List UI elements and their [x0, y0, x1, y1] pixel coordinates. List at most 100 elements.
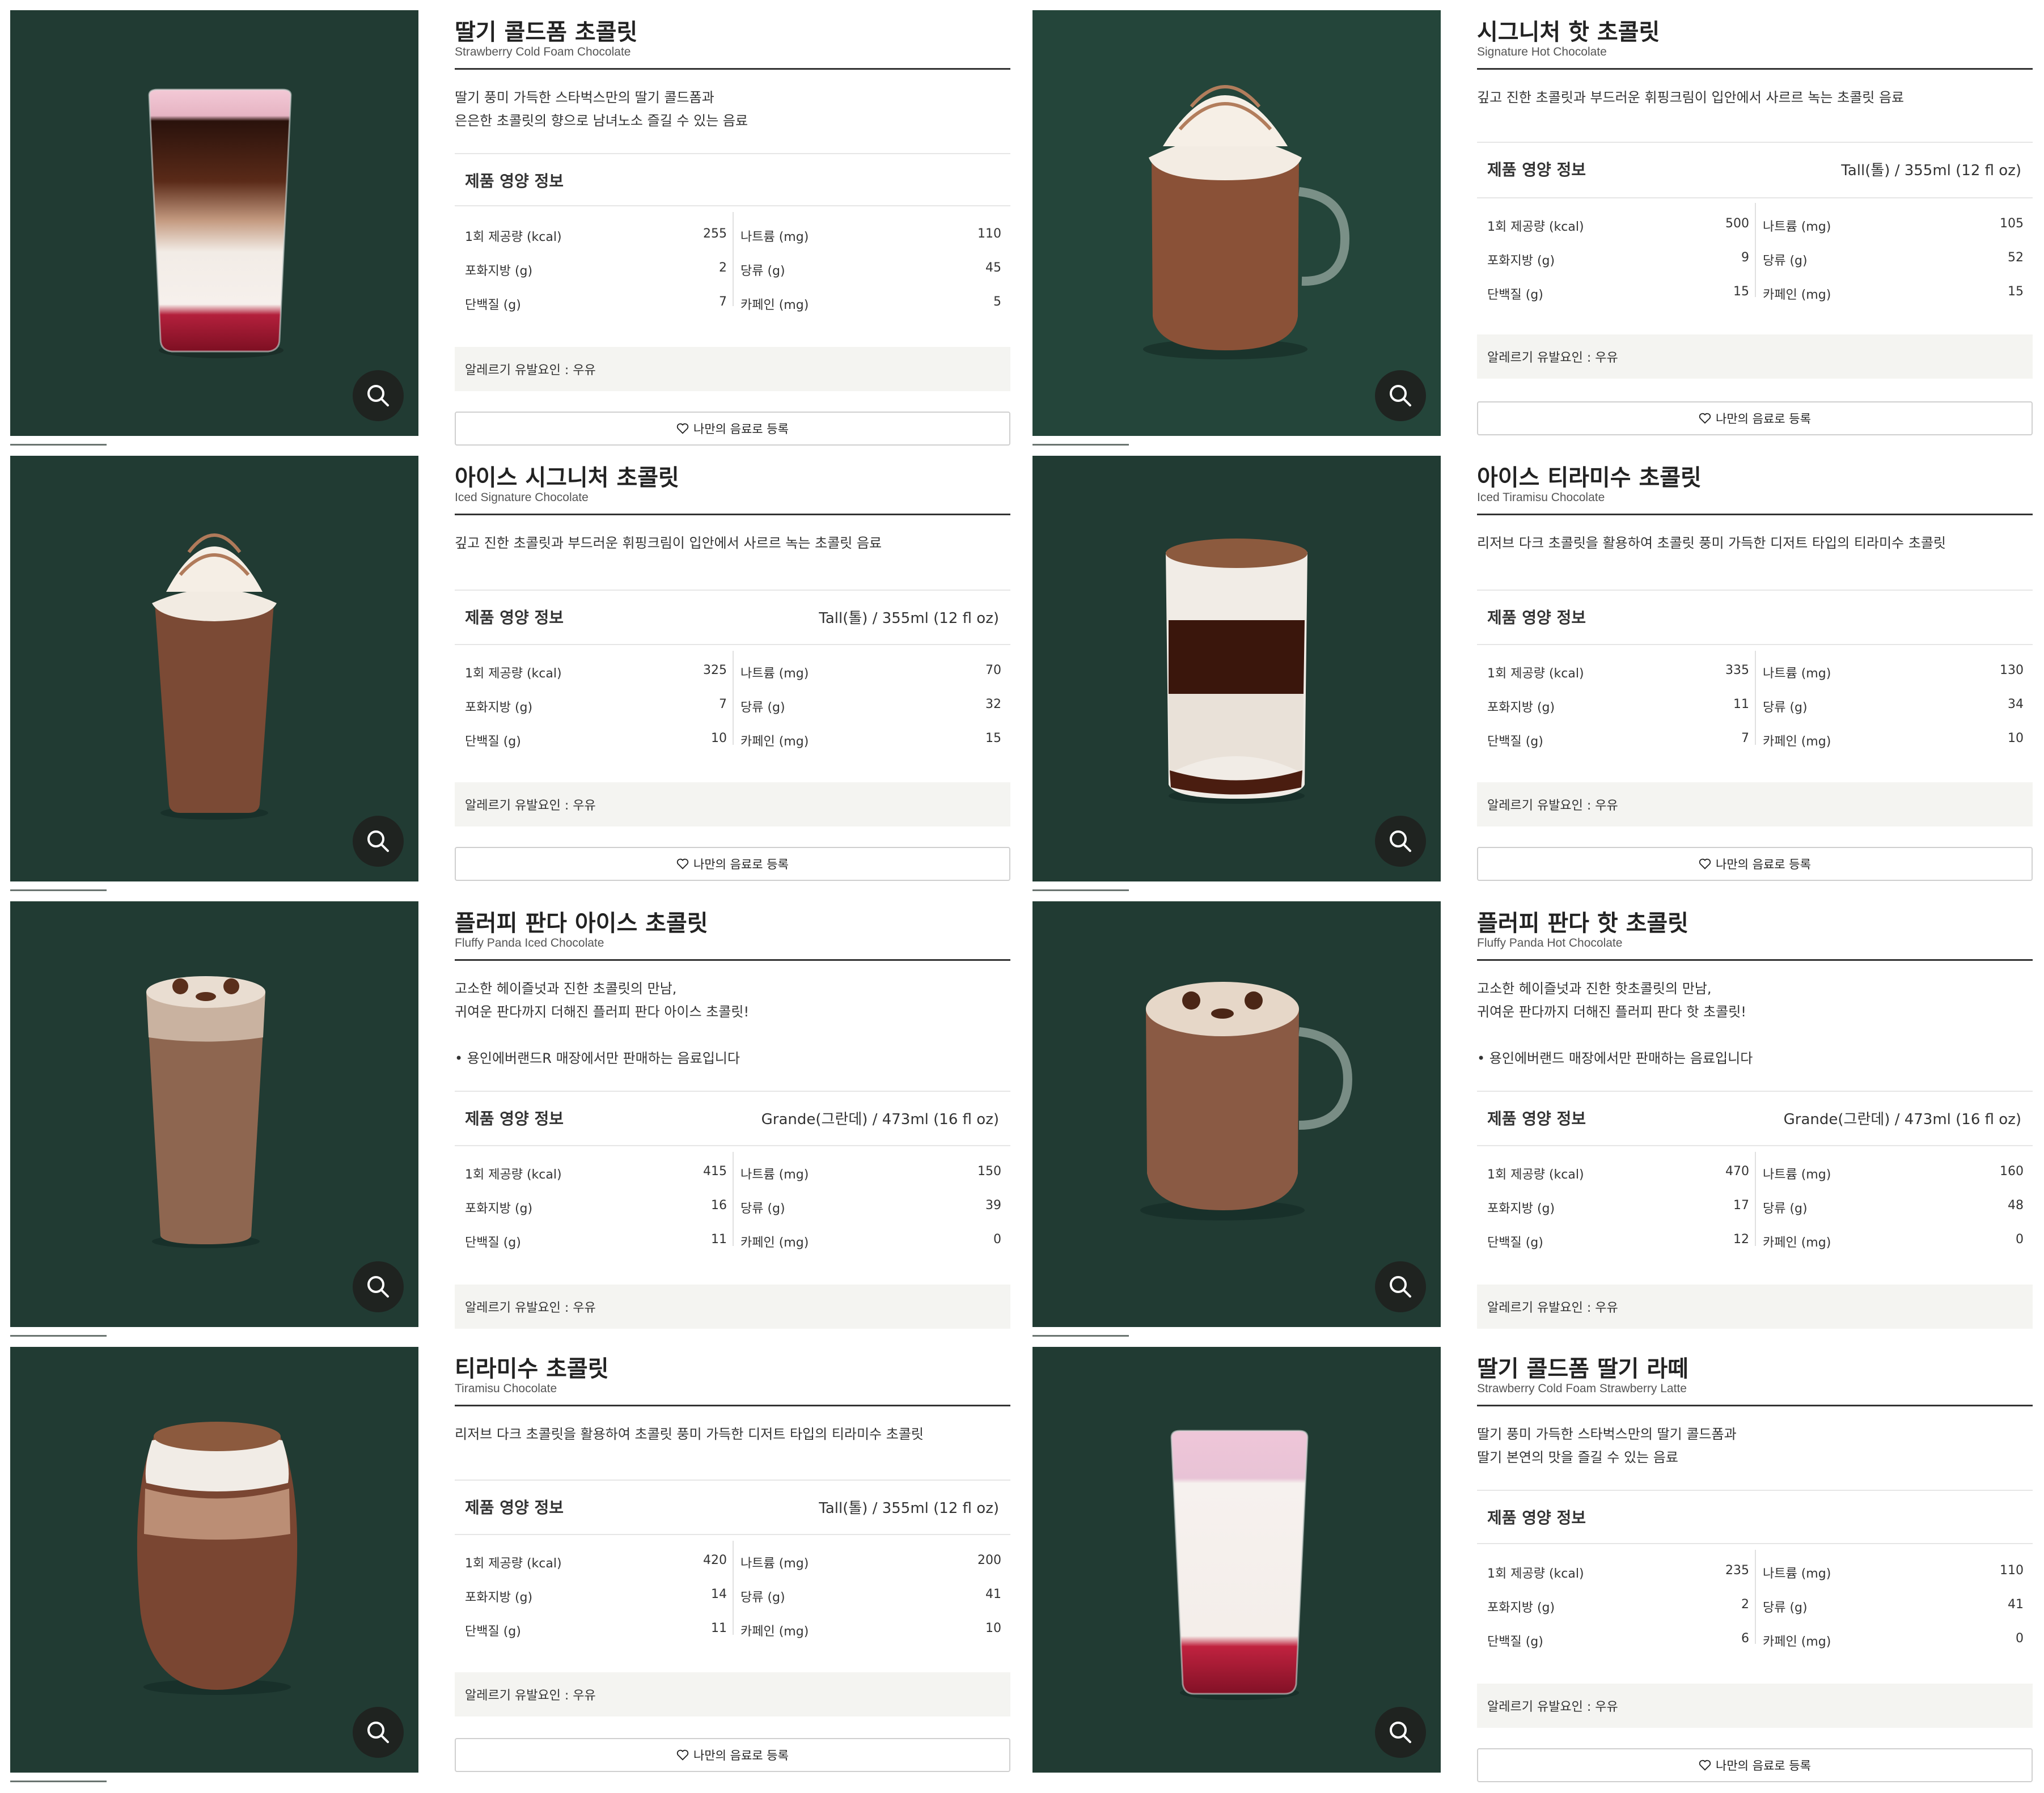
- sat-fat-value: 11: [1733, 697, 1749, 711]
- divider: [455, 1480, 1010, 1481]
- product-name: 플러피 판다 아이스 초콜릿: [455, 910, 708, 936]
- caffeine-label: 카페인 (mg): [740, 1625, 809, 1639]
- drink-illustration: [152, 533, 277, 820]
- sugar-label: 당류 (g): [740, 1202, 785, 1216]
- caffeine-value: 0: [2016, 1232, 2024, 1247]
- register-my-drink-button[interactable]: 나만의 음료로 등록: [1477, 847, 2033, 881]
- heart-icon: [1699, 1760, 1711, 1771]
- product-image[interactable]: [10, 901, 418, 1327]
- protein-value: 7: [1741, 731, 1749, 745]
- caffeine-value: 10: [985, 1621, 1001, 1635]
- drink-illustration: [1140, 982, 1352, 1220]
- product-description: 고소한 헤이즐넛과 진한 핫초콜릿의 만남, 귀여운 판다까지 더해진 플러피 …: [1477, 981, 1753, 1066]
- sat-fat-label: 포화지방 (g): [465, 1202, 533, 1216]
- caffeine-label: 카페인 (mg): [740, 1236, 809, 1250]
- sat-fat-value: 16: [711, 1198, 727, 1213]
- sugar-value: 41: [985, 1587, 1001, 1601]
- serving-size: Tall(톨) / 355ml (12 fl oz): [1841, 162, 2021, 179]
- drink-illustration: [1166, 539, 1307, 804]
- product-name: 플러피 판다 핫 초콜릿: [1477, 910, 1688, 936]
- divider: [1477, 142, 2033, 143]
- divider: [455, 1534, 1010, 1535]
- product-name: 시그니처 핫 초콜릿: [1477, 19, 1660, 45]
- zoom-button[interactable]: [1375, 1707, 1426, 1758]
- nutrition-title: 제품 영양 정보: [1487, 1109, 1586, 1128]
- register-my-drink-button[interactable]: 나만의 음료로 등록: [1477, 401, 2033, 435]
- register-label: 나만의 음료로 등록: [1716, 1759, 1811, 1773]
- register-label: 나만의 음료로 등록: [693, 858, 789, 871]
- nutrition-row: 단백질 (g) 11 카페인 (mg) 0: [455, 1232, 1010, 1255]
- register-my-drink-button[interactable]: 나만의 음료로 등록: [455, 847, 1010, 881]
- heart-icon: [676, 858, 689, 870]
- product-image[interactable]: [1032, 1347, 1441, 1773]
- caffeine-label: 카페인 (mg): [1763, 288, 1831, 302]
- product-image[interactable]: [1032, 901, 1441, 1327]
- product-info: 티라미수 초콜릿 Tiramisu Chocolate 리저브 다크 초콜릿을 …: [455, 1347, 1010, 1793]
- product-name: 아이스 시그니처 초콜릿: [455, 465, 679, 491]
- allergy-info: 알레르기 유발요인 : 우유: [1477, 334, 2033, 379]
- divider: [455, 1405, 1010, 1406]
- caffeine-label: 카페인 (mg): [1763, 1635, 1831, 1649]
- image-divider: [10, 1335, 107, 1337]
- nutrition-row: 포화지방 (g) 2 당류 (g) 45: [455, 261, 1010, 283]
- divider: [455, 644, 1010, 645]
- allergy-info: 알레르기 유발요인 : 우유: [455, 1285, 1010, 1329]
- zoom-button[interactable]: [1375, 1261, 1426, 1312]
- sugar-value: 32: [985, 697, 1001, 711]
- product-description: 리저브 다크 초콜릿을 활용하여 초콜릿 풍미 가득한 디저트 타입의 티라미수…: [1477, 535, 1946, 551]
- protein-label: 단백질 (g): [1487, 288, 1543, 302]
- image-divider: [1032, 889, 1129, 891]
- image-divider: [1032, 1335, 1129, 1337]
- allergy-info: 알레르기 유발요인 : 우유: [455, 347, 1010, 391]
- allergy-info: 알레르기 유발요인 : 우유: [1477, 782, 2033, 826]
- nutrition-title: 제품 영양 정보: [465, 1498, 564, 1517]
- sat-fat-value: 2: [719, 261, 727, 275]
- drink-illustration: [137, 1422, 298, 1695]
- kcal-value: 235: [1725, 1563, 1749, 1578]
- search-icon: [1390, 1276, 1411, 1298]
- product-image[interactable]: [1032, 456, 1441, 881]
- zoom-button[interactable]: [353, 370, 404, 421]
- zoom-button[interactable]: [353, 816, 404, 867]
- caffeine-value: 0: [2016, 1631, 2024, 1646]
- product-info: 딸기 콜드폼 초콜릿 Strawberry Cold Foam Chocolat…: [455, 10, 1010, 456]
- register-my-drink-button[interactable]: 나만의 음료로 등록: [1477, 1748, 2033, 1782]
- nutrition-title: 제품 영양 정보: [1487, 1508, 1586, 1527]
- kcal-label: 1회 제공량 (kcal): [465, 230, 562, 244]
- caffeine-label: 카페인 (mg): [1763, 735, 1831, 749]
- product-image[interactable]: [10, 456, 418, 881]
- sat-fat-label: 포화지방 (g): [465, 701, 533, 715]
- register-my-drink-button[interactable]: 나만의 음료로 등록: [455, 412, 1010, 446]
- protein-label: 단백질 (g): [465, 735, 521, 749]
- product-image[interactable]: [10, 10, 418, 436]
- sodium-label: 나트륨 (mg): [1763, 220, 1831, 234]
- nutrition-row: 1회 제공량 (kcal) 415 나트륨 (mg) 150: [455, 1164, 1010, 1187]
- product-description: 리저브 다크 초콜릿을 활용하여 초콜릿 풍미 가득한 디저트 타입의 티라미수…: [455, 1426, 924, 1442]
- kcal-label: 1회 제공량 (kcal): [1487, 1567, 1584, 1581]
- sodium-label: 나트륨 (mg): [740, 1168, 809, 1182]
- register-my-drink-button[interactable]: 나만의 음료로 등록: [455, 1738, 1010, 1772]
- product-card: 아이스 시그니처 초콜릿 Iced Signature Chocolate 깊고…: [10, 456, 1022, 902]
- zoom-button[interactable]: [353, 1707, 404, 1758]
- kcal-label: 1회 제공량 (kcal): [1487, 220, 1584, 234]
- zoom-button[interactable]: [353, 1261, 404, 1312]
- search-icon: [367, 1276, 389, 1298]
- product-image[interactable]: [1032, 10, 1441, 436]
- protein-value: 12: [1733, 1232, 1749, 1247]
- product-card: 시그니처 핫 초콜릿 Signature Hot Chocolate 깊고 진한…: [1032, 10, 2044, 456]
- sodium-label: 나트륨 (mg): [1763, 1567, 1831, 1581]
- nutrition-row: 포화지방 (g) 7 당류 (g) 32: [455, 697, 1010, 720]
- divider: [455, 1145, 1010, 1146]
- product-name-en: Strawberry Cold Foam Chocolate: [455, 45, 631, 58]
- sugar-value: 52: [2008, 251, 2024, 265]
- zoom-button[interactable]: [1375, 370, 1426, 421]
- divider: [1477, 1490, 2033, 1491]
- sat-fat-value: 17: [1733, 1198, 1749, 1213]
- product-name-en: Iced Tiramisu Chocolate: [1477, 491, 1605, 504]
- kcal-label: 1회 제공량 (kcal): [465, 1557, 562, 1571]
- column-divider: [733, 212, 734, 306]
- nutrition-row: 1회 제공량 (kcal) 470 나트륨 (mg) 160: [1477, 1164, 2033, 1187]
- product-image[interactable]: [10, 1347, 418, 1773]
- zoom-button[interactable]: [1375, 816, 1426, 867]
- divider: [455, 68, 1010, 70]
